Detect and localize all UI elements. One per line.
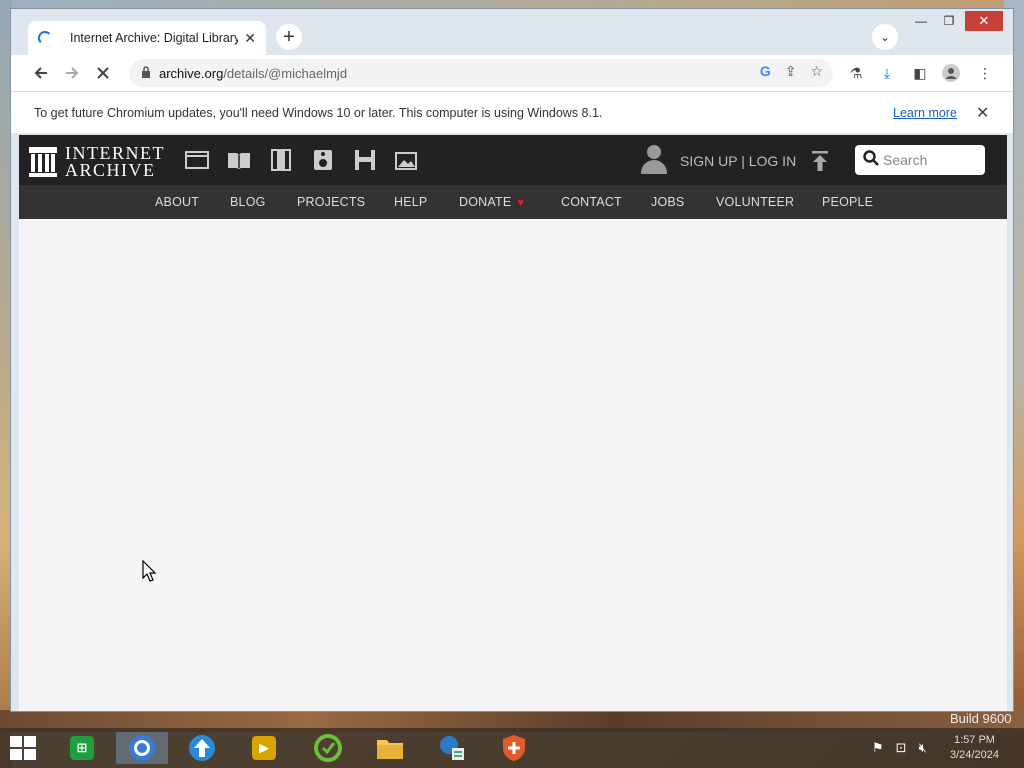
- build-watermark: Build 9600: [950, 711, 1012, 726]
- network-icon[interactable]: ⊡: [896, 740, 907, 756]
- nav-projects[interactable]: PROJECTS: [297, 195, 365, 209]
- user-avatar-icon[interactable]: [639, 143, 669, 177]
- loading-spinner-icon: [38, 31, 52, 45]
- texts-icon[interactable]: [226, 148, 252, 172]
- system-tray: ⚑ ⊡ 🔇︎: [872, 740, 927, 756]
- infobar-close-icon[interactable]: ✕: [976, 103, 989, 123]
- video-icon[interactable]: [268, 148, 294, 172]
- start-button[interactable]: [10, 736, 36, 760]
- bookmark-star-icon[interactable]: ☆: [810, 63, 823, 80]
- search-placeholder: Search: [883, 152, 928, 168]
- close-window-button[interactable]: ✕: [965, 11, 1003, 31]
- nav-about[interactable]: ABOUT: [155, 195, 199, 209]
- forward-arrow-icon[interactable]: [60, 61, 84, 85]
- lock-icon: [141, 65, 151, 81]
- audio-icon[interactable]: [310, 148, 336, 172]
- google-lens-icon[interactable]: G: [760, 63, 771, 80]
- ia-top-bar: INTERNET ARCHIVE SIGN UP | LOG IN Search: [19, 135, 1007, 185]
- url-host: archive.org: [159, 65, 224, 81]
- upload-icon[interactable]: [811, 150, 829, 178]
- ia-logo-line2: ARCHIVE: [65, 160, 156, 180]
- url-path: /details/@michaelmjd: [223, 65, 348, 81]
- page-content-area: [19, 219, 1007, 711]
- stop-loading-icon[interactable]: [91, 61, 115, 85]
- tab-title: Internet Archive: Digital Library o: [70, 31, 239, 45]
- nav-blog[interactable]: BLOG: [230, 195, 266, 209]
- nav-donate[interactable]: DONATE ♥: [459, 195, 524, 209]
- mouse-cursor-icon: [142, 559, 157, 587]
- infobar-message: To get future Chromium updates, you'll n…: [34, 105, 603, 120]
- tab-search-button[interactable]: ⌄: [872, 24, 898, 50]
- minimize-button[interactable]: —: [907, 11, 935, 31]
- nav-donate-label: DONATE: [459, 195, 512, 209]
- address-bar[interactable]: archive.org/details/@michaelmjd G ⇪ ☆: [129, 59, 833, 87]
- taskbar: ⊞ ▶ ⚑ ⊡ 🔇︎ 1:57 PM 3/24/2024: [0, 728, 1024, 768]
- media-type-icons: [184, 148, 420, 172]
- chrome-app-icon[interactable]: [116, 732, 168, 764]
- heart-icon: ♥: [517, 197, 525, 209]
- back-arrow-icon[interactable]: [29, 61, 53, 85]
- maximize-button[interactable]: ❐: [935, 11, 963, 31]
- upload-app-icon[interactable]: [176, 732, 228, 764]
- labs-flask-icon[interactable]: ⚗: [847, 64, 865, 82]
- ia-nav-bar: ABOUT BLOG PROJECTS HELP DONATE ♥ CONTACT…: [19, 185, 1007, 219]
- ia-logo[interactable]: INTERNET ARCHIVE: [29, 144, 165, 180]
- nav-help[interactable]: HELP: [394, 195, 427, 209]
- menu-kebab-icon[interactable]: ⋮: [976, 64, 994, 82]
- clock-time: 1:57 PM: [953, 734, 995, 746]
- new-tab-button[interactable]: +: [276, 24, 302, 50]
- volume-muted-icon[interactable]: 🔇︎: [919, 740, 927, 756]
- software-icon[interactable]: [352, 148, 378, 172]
- learn-more-link[interactable]: Learn more: [893, 106, 957, 120]
- side-panel-icon[interactable]: ◧: [911, 64, 929, 82]
- download-icon[interactable]: ⤓: [878, 64, 896, 82]
- action-center-flag-icon[interactable]: ⚑: [872, 740, 884, 756]
- network-app-icon[interactable]: [426, 732, 478, 764]
- ia-temple-icon: [29, 147, 57, 177]
- store-app-icon[interactable]: ⊞: [56, 732, 108, 764]
- web-icon[interactable]: [184, 148, 210, 172]
- clock-date: 3/24/2024: [950, 749, 999, 761]
- update-infobar: To get future Chromium updates, you'll n…: [11, 91, 1013, 133]
- share-icon[interactable]: ⇪: [785, 63, 797, 80]
- browser-window: Internet Archive: Digital Library o ✕ + …: [10, 8, 1014, 712]
- browser-toolbar: archive.org/details/@michaelmjd G ⇪ ☆ ⚗ …: [11, 55, 1013, 91]
- nav-contact[interactable]: CONTACT: [561, 195, 622, 209]
- signup-login-link[interactable]: SIGN UP | LOG IN: [680, 153, 796, 169]
- tab-internet-archive[interactable]: Internet Archive: Digital Library o ✕: [28, 21, 266, 55]
- clock[interactable]: 1:57 PM 3/24/2024: [950, 733, 999, 763]
- media-player-app-icon[interactable]: ▶: [238, 732, 290, 764]
- nav-people[interactable]: PEOPLE: [822, 195, 873, 209]
- file-explorer-app-icon[interactable]: [364, 732, 416, 764]
- tab-close-icon[interactable]: ✕: [244, 30, 256, 47]
- title-bar: Internet Archive: Digital Library o ✕ + …: [11, 9, 1013, 55]
- ccleaner-app-icon[interactable]: [302, 732, 354, 764]
- images-icon[interactable]: [394, 148, 420, 172]
- nav-jobs[interactable]: JOBS: [651, 195, 684, 209]
- security-app-icon[interactable]: [488, 732, 540, 764]
- profile-avatar-icon[interactable]: [942, 64, 960, 82]
- nav-volunteer[interactable]: VOLUNTEER: [716, 195, 794, 209]
- search-icon: [863, 149, 879, 171]
- search-input[interactable]: Search: [855, 145, 985, 175]
